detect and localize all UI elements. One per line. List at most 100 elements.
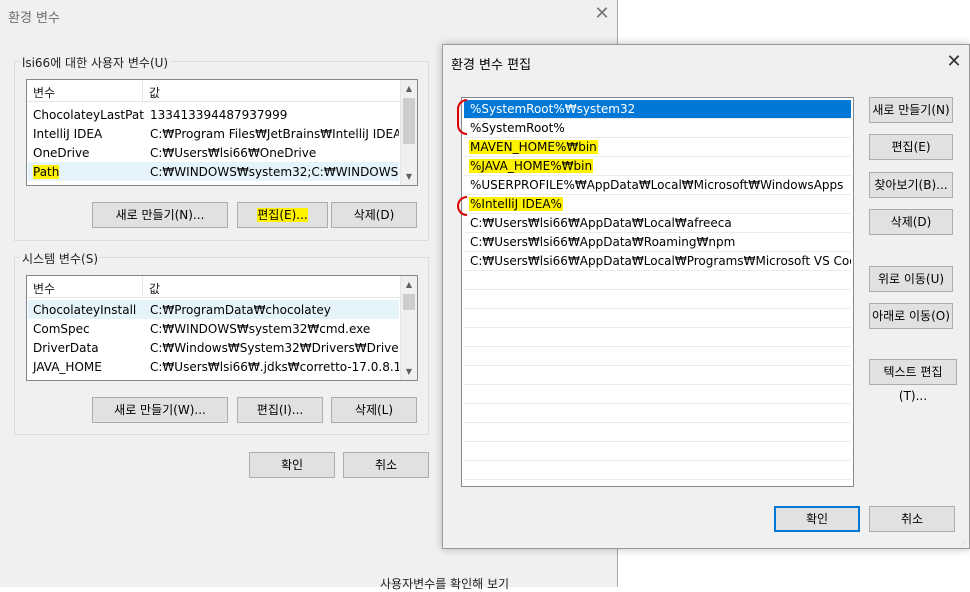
scroll-down-icon[interactable]: ▼ [401,168,417,185]
ok-button[interactable]: 확인 [249,452,335,478]
user-delete-button[interactable]: 삭제(D) [331,202,417,228]
table-row[interactable]: ChocolateyLastPat... 133413394487937999 [28,105,399,124]
list-item-empty[interactable] [464,309,851,328]
table-row[interactable]: OneDrive C:₩Users₩lsi66₩OneDrive [28,143,399,162]
list-header: 변수 값 [27,276,400,298]
red-annotation-mark [457,196,467,216]
table-row[interactable]: JAVA_HOME C:₩Users₩lsi66₩.jdks₩corretto-… [28,357,399,376]
variable-value: C:₩Program Files₩JetBrains₩IntelliJ IDEA… [150,126,399,141]
resize-grip-icon[interactable]: ⋰ [959,540,967,548]
path-entry: C:₩Users₩lsi66₩AppData₩Roaming₩npm [470,235,736,249]
highlighted-path-name: Path [33,164,60,179]
list-item[interactable]: C:₩Users₩lsi66₩AppData₩Roaming₩npm [464,233,851,252]
variable-name: ChocolateyLastPat... [33,107,144,122]
variable-value: C:₩Windows₩System32₩Drivers₩DriverData [150,340,399,355]
list-item-empty[interactable] [464,347,851,366]
list-item-empty[interactable] [464,404,851,423]
variable-name: OneDrive [33,145,90,160]
scrollbar-thumb[interactable] [403,98,415,144]
list-item[interactable]: %IntelliJ IDEA% [464,195,851,214]
move-up-button[interactable]: 위로 이동(U) [869,266,953,292]
delete-button[interactable]: 삭제(D) [869,209,953,235]
list-item[interactable]: %USERPROFILE%₩AppData₩Local₩Microsoft₩Wi… [464,176,851,195]
path-entry: C:₩Users₩lsi66₩AppData₩Local₩Programs₩Mi… [470,254,851,268]
path-entry: MAVEN_HOME%₩bin [469,140,598,154]
user-edit-button[interactable]: 편집(E)... [237,202,328,228]
vertical-scrollbar[interactable]: ▲ ▼ [400,80,417,185]
close-icon[interactable]: ✕ [592,2,612,26]
edit-text-button[interactable]: 텍스트 편집(T)... [869,359,957,403]
list-item[interactable]: MAVEN_HOME%₩bin [464,138,851,157]
close-icon[interactable]: ✕ [943,51,965,73]
list-item-empty[interactable] [464,328,851,347]
path-entry: %IntelliJ IDEA% [469,197,563,211]
list-item[interactable]: C:₩Users₩lsi66₩AppData₩Local₩afreeca [464,214,851,233]
table-row[interactable]: DriverData C:₩Windows₩System32₩Drivers₩D… [28,338,399,357]
list-header: 변수 값 [27,80,400,102]
column-header-value[interactable]: 값 [143,80,166,101]
scrollbar-thumb[interactable] [403,294,415,310]
vertical-scrollbar[interactable]: ▲ ▼ [400,276,417,380]
dialog-title: 환경 변수 편집 [451,58,532,73]
list-item-empty[interactable] [464,461,851,480]
column-header-value[interactable]: 값 [143,276,166,297]
system-variables-list[interactable]: 변수 값 ChocolateyInstall C:₩ProgramData₩ch… [26,275,418,381]
scroll-up-icon[interactable]: ▲ [401,80,417,97]
edit-button[interactable]: 편집(E) [869,134,953,160]
move-down-button[interactable]: 아래로 이동(O) [869,303,953,329]
user-variables-list[interactable]: 변수 값 ChocolateyLastPat... 13341339448793… [26,79,418,186]
table-row-selected[interactable]: Path C:₩WINDOWS₩system32;C:₩WINDOWS;... [28,162,399,181]
list-item-empty[interactable] [464,366,851,385]
scroll-up-icon[interactable]: ▲ [401,276,417,293]
list-item-empty[interactable] [464,423,851,442]
path-entry: %SystemRoot% [470,121,565,135]
variable-name: IntelliJ IDEA [33,126,103,141]
variable-value: C:₩WINDOWS₩system32₩cmd.exe [150,321,371,336]
variable-value: C:₩Users₩lsi66₩.jdks₩corretto-17.0.8.1 [150,359,399,374]
user-variables-label: lsi66에 대한 사용자 변수(U) [20,54,171,71]
variable-name: ComSpec [33,321,90,336]
variable-value: C:₩WINDOWS₩system32;C:₩WINDOWS;... [150,164,399,179]
partial-background-text: 사용자변수를 확인해 보기 [380,577,510,591]
system-delete-button[interactable]: 삭제(L) [331,397,417,423]
list-item-empty[interactable] [464,442,851,461]
list-item[interactable]: %JAVA_HOME%₩bin [464,157,851,176]
list-item-empty[interactable] [464,385,851,404]
edit-environment-variable-dialog: 환경 변수 편집 ✕ %SystemRoot%₩system32 %System… [442,44,970,549]
cancel-button[interactable]: 취소 [869,506,955,532]
cancel-button[interactable]: 취소 [343,452,429,478]
variable-value: C:₩Users₩lsi66₩OneDrive [150,145,317,160]
system-new-button[interactable]: 새로 만들기(W)... [92,397,228,423]
path-entry: %JAVA_HOME%₩bin [469,159,594,173]
variable-name: DriverData [33,340,99,355]
path-list[interactable]: %SystemRoot%₩system32 %SystemRoot% MAVEN… [461,97,854,487]
path-entry: %USERPROFILE%₩AppData₩Local₩Microsoft₩Wi… [470,178,844,192]
scroll-down-icon[interactable]: ▼ [401,363,417,380]
list-item-empty[interactable] [464,290,851,309]
system-variables-label: 시스템 변수(S) [20,250,100,267]
dialog-title: 환경 변수 [8,11,60,26]
column-header-variable[interactable]: 변수 [27,276,143,297]
new-button[interactable]: 새로 만들기(N) [869,97,953,123]
variable-name: JAVA_HOME [33,359,102,374]
ok-button[interactable]: 확인 [774,506,860,532]
list-item[interactable]: C:₩Users₩lsi66₩AppData₩Local₩Programs₩Mi… [464,252,851,271]
table-row[interactable]: ComSpec C:₩WINDOWS₩system32₩cmd.exe [28,319,399,338]
path-entry: %SystemRoot%₩system32 [470,102,636,116]
variable-name: Path [28,164,144,179]
user-edit-label: 편집(E)... [257,208,308,222]
variable-value: 133413394487937999 [150,107,288,122]
list-item-empty[interactable] [464,271,851,290]
list-item-selected[interactable]: %SystemRoot%₩system32 [464,100,851,119]
red-annotation-mark [457,99,467,135]
column-header-variable[interactable]: 변수 [27,80,143,101]
variable-value: C:₩ProgramData₩chocolatey [150,302,331,317]
browse-button[interactable]: 찾아보기(B)... [869,172,953,198]
path-entry: C:₩Users₩lsi66₩AppData₩Local₩afreeca [470,216,732,230]
user-new-button[interactable]: 새로 만들기(N)... [92,202,228,228]
list-item[interactable]: %SystemRoot% [464,119,851,138]
variable-name: ChocolateyInstall [33,302,137,317]
table-row[interactable]: ChocolateyInstall C:₩ProgramData₩chocola… [28,300,399,319]
system-edit-button[interactable]: 편집(I)... [237,397,323,423]
table-row[interactable]: IntelliJ IDEA C:₩Program Files₩JetBrains… [28,124,399,143]
